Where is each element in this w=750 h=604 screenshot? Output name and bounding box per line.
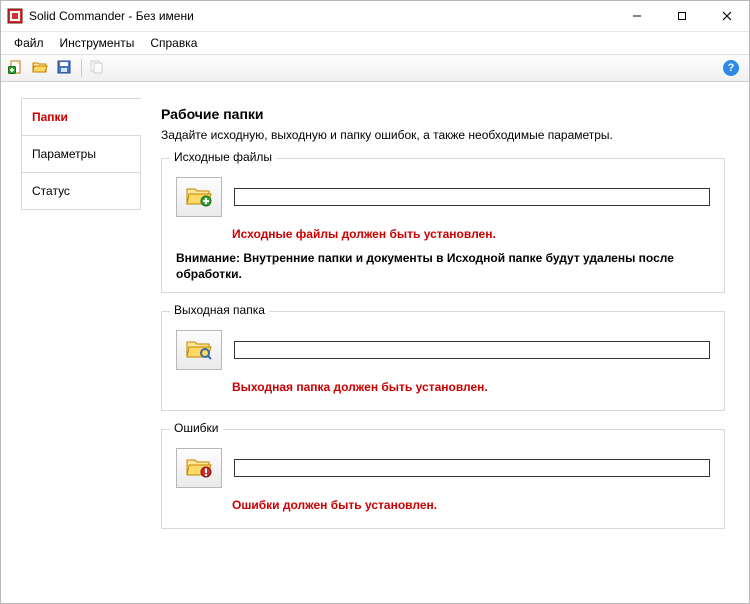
tab-parameters[interactable]: Параметры (21, 135, 141, 172)
menu-file[interactable]: Файл (7, 34, 51, 52)
page-heading: Рабочие папки (161, 106, 725, 122)
group-errors-row (176, 448, 710, 488)
window-controls (614, 2, 749, 31)
toolbar: ? (1, 54, 749, 82)
side-tabs: Папки Параметры Статус (21, 98, 141, 587)
source-warning-text: Внимание: Внутренние папки и документы в… (176, 251, 710, 282)
group-source-title: Исходные файлы (170, 150, 276, 164)
content-panel: Рабочие папки Задайте исходную, выходную… (161, 98, 725, 587)
toolbar-new-button[interactable] (5, 57, 27, 79)
client-area: Папки Параметры Статус Рабочие папки Зад… (1, 82, 749, 603)
menubar: Файл Инструменты Справка (1, 32, 749, 54)
group-source: Исходные файлы (161, 158, 725, 293)
group-output-row (176, 330, 710, 370)
browse-source-button[interactable] (176, 177, 222, 217)
toolbar-save-button[interactable] (53, 57, 75, 79)
help-icon[interactable]: ? (723, 60, 739, 76)
errors-path-input[interactable] (234, 459, 710, 477)
copy-icon (89, 59, 105, 78)
source-path-input[interactable] (234, 188, 710, 206)
tab-status[interactable]: Статус (21, 172, 141, 210)
group-output: Выходная папка Вы (161, 311, 725, 411)
group-errors: Ошибки (161, 429, 725, 529)
titlebar: Solid Commander - Без имени (1, 1, 749, 32)
toolbar-open-button[interactable] (29, 57, 51, 79)
toolbar-separator (81, 59, 82, 77)
source-error-text: Исходные файлы должен быть установлен. (232, 227, 710, 241)
new-icon (8, 59, 24, 78)
minimize-button[interactable] (614, 2, 659, 31)
group-source-row (176, 177, 710, 217)
save-icon (56, 59, 72, 78)
folder-search-icon (185, 337, 213, 364)
menu-tools[interactable]: Инструменты (53, 34, 142, 52)
tab-folders[interactable]: Папки (21, 98, 141, 135)
app-icon (7, 8, 23, 24)
group-errors-title: Ошибки (170, 421, 223, 435)
output-error-text: Выходная папка должен быть установлен. (232, 380, 710, 394)
folder-add-icon (185, 184, 213, 211)
app-window: Solid Commander - Без имени Файл Инструм… (0, 0, 750, 604)
errors-error-text: Ошибки должен быть установлен. (232, 498, 710, 512)
page-description: Задайте исходную, выходную и папку ошибо… (161, 128, 725, 142)
open-folder-icon (32, 59, 48, 78)
window-title: Solid Commander - Без имени (29, 9, 614, 23)
close-button[interactable] (704, 2, 749, 31)
menu-help[interactable]: Справка (143, 34, 204, 52)
maximize-button[interactable] (659, 2, 704, 31)
output-path-input[interactable] (234, 341, 710, 359)
folder-error-icon (185, 455, 213, 482)
group-output-title: Выходная папка (170, 303, 269, 317)
toolbar-copy-button[interactable] (86, 57, 108, 79)
browse-output-button[interactable] (176, 330, 222, 370)
browse-errors-button[interactable] (176, 448, 222, 488)
